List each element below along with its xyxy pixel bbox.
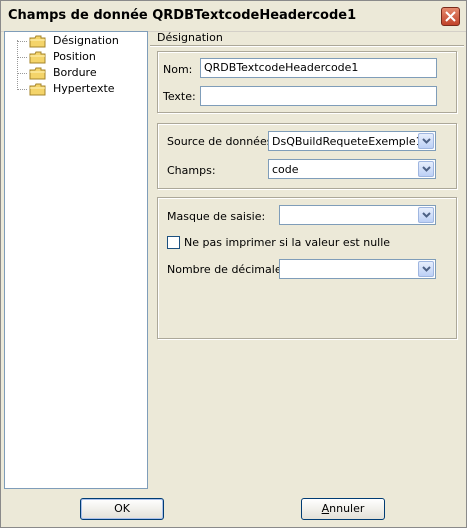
folder-icon bbox=[29, 67, 46, 80]
source-label: Source de données: bbox=[167, 135, 277, 148]
tree-connector bbox=[17, 57, 27, 58]
decimales-dropdown-button[interactable] bbox=[418, 261, 434, 277]
chevron-down-icon bbox=[422, 166, 431, 172]
source-value: DsQBuildRequeteExemple1 bbox=[272, 135, 423, 148]
annuler-mnemonic: A bbox=[321, 502, 330, 515]
chevron-down-icon bbox=[422, 138, 431, 144]
tree-connector bbox=[17, 89, 27, 90]
champs-dropdown-button[interactable] bbox=[418, 161, 434, 177]
tree-item-label: Hypertexte bbox=[53, 82, 115, 95]
champs-select[interactable]: code bbox=[268, 159, 436, 179]
dialog-window: Champs de donnée QRDBTextcodeHeadercode1… bbox=[0, 0, 467, 528]
tree-item-label: Désignation bbox=[53, 34, 119, 47]
chevron-down-icon bbox=[422, 266, 431, 272]
decimales-label: Nombre de décimales: bbox=[167, 263, 292, 276]
tree-item-label: Bordure bbox=[53, 66, 97, 79]
ne-pas-imprimer-checkbox[interactable] bbox=[167, 236, 180, 249]
group-source: Source de données: DsQBuildRequeteExempl… bbox=[157, 123, 457, 189]
section-title: Désignation bbox=[157, 31, 223, 44]
close-button[interactable] bbox=[441, 7, 460, 26]
tree-connector bbox=[17, 41, 27, 42]
category-tree[interactable]: Désignation Position Bordure Hypertexte bbox=[4, 31, 148, 489]
chevron-down-icon bbox=[422, 212, 431, 218]
masque-select[interactable] bbox=[279, 205, 436, 225]
group-name: Nom: QRDBTextcodeHeadercode1 Texte: bbox=[157, 51, 457, 113]
group-format: Masque de saisie: Ne pas imprimer si la … bbox=[157, 197, 457, 339]
decimales-select[interactable] bbox=[279, 259, 436, 279]
champs-label: Champs: bbox=[167, 164, 216, 177]
ne-pas-imprimer-label[interactable]: Ne pas imprimer si la valeur est nulle bbox=[184, 236, 390, 249]
properties-panel: Désignation Nom: QRDBTextcodeHeadercode1… bbox=[150, 31, 464, 489]
tree-connector bbox=[17, 40, 18, 90]
tree-connector bbox=[17, 73, 27, 74]
champs-value: code bbox=[272, 163, 299, 176]
texte-label: Texte: bbox=[163, 90, 196, 103]
source-dropdown-button[interactable] bbox=[418, 133, 434, 149]
annuler-label-rest: nnuler bbox=[329, 502, 365, 515]
folder-icon bbox=[29, 83, 46, 96]
nom-field[interactable]: QRDBTextcodeHeadercode1 bbox=[200, 58, 437, 78]
masque-dropdown-button[interactable] bbox=[418, 207, 434, 223]
source-select[interactable]: DsQBuildRequeteExemple1 bbox=[268, 131, 436, 151]
title-bar[interactable]: Champs de donnée QRDBTextcodeHeadercode1 bbox=[1, 1, 466, 32]
tree-item-label: Position bbox=[53, 50, 96, 63]
annuler-button[interactable]: Annuler bbox=[301, 498, 385, 520]
masque-label: Masque de saisie: bbox=[167, 210, 266, 223]
texte-field[interactable] bbox=[200, 86, 437, 106]
ok-button[interactable]: OK bbox=[80, 498, 164, 520]
folder-icon bbox=[29, 51, 46, 64]
close-icon bbox=[445, 11, 456, 22]
window-title: Champs de donnée QRDBTextcodeHeadercode1 bbox=[8, 8, 357, 23]
divider bbox=[150, 45, 464, 47]
folder-icon bbox=[29, 35, 46, 48]
nom-label: Nom: bbox=[163, 63, 193, 76]
